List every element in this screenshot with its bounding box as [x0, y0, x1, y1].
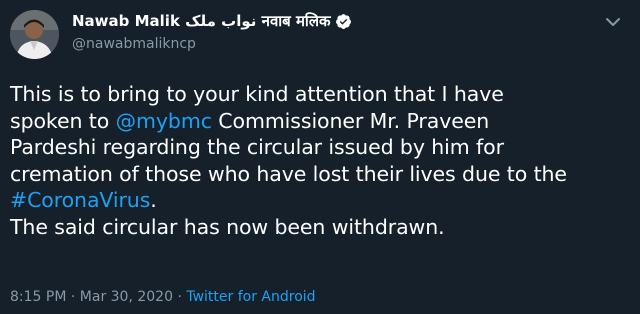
user-name-row[interactable]: Nawab Malik نواب ملک नवाब मलिक: [72, 11, 352, 31]
tweet-meta: 8:15 PM · Mar 30, 2020 · Twitter for And…: [10, 289, 316, 305]
tweet-line: This is to bring to your kind attention …: [10, 82, 504, 106]
display-name[interactable]: Nawab Malik نواب ملک नवाब मलिक: [72, 11, 331, 31]
meta-separator: ·: [66, 289, 80, 305]
tweet-line: cremation of those who have lost their l…: [10, 161, 567, 186]
avatar[interactable]: [10, 10, 59, 59]
tweet-time[interactable]: 8:15 PM: [10, 289, 66, 305]
tweet-line: Pardeshi regarding the circular issued b…: [10, 135, 504, 159]
tweet-line: #CoronaVirus.: [10, 187, 632, 214]
tweet-text: This is to bring to your kind attention …: [10, 81, 632, 240]
hashtag-link[interactable]: #CoronaVirus: [10, 188, 150, 212]
tweet-line: The said circular has now been withdrawn…: [10, 214, 445, 239]
mention-link[interactable]: @mybmc: [116, 109, 212, 133]
user-handle[interactable]: @nawabmalikncp: [72, 36, 196, 52]
tweet-card: Nawab Malik نواب ملک नवाब मलिक @nawabmal…: [0, 0, 640, 314]
chevron-down-icon[interactable]: [604, 14, 622, 28]
verified-badge-icon: [335, 13, 352, 30]
tweet-line: spoken to @mybmc Commissioner Mr. Pravee…: [10, 108, 632, 135]
tweet-text-segment: spoken to: [10, 108, 116, 133]
tweet-date[interactable]: Mar 30, 2020: [80, 289, 173, 305]
tweet-text-segment: Commissioner Mr. Praveen: [211, 108, 490, 133]
meta-separator: ·: [173, 289, 187, 305]
tweet-source-link[interactable]: Twitter for Android: [186, 289, 315, 305]
tweet-text-segment: .: [150, 188, 157, 212]
